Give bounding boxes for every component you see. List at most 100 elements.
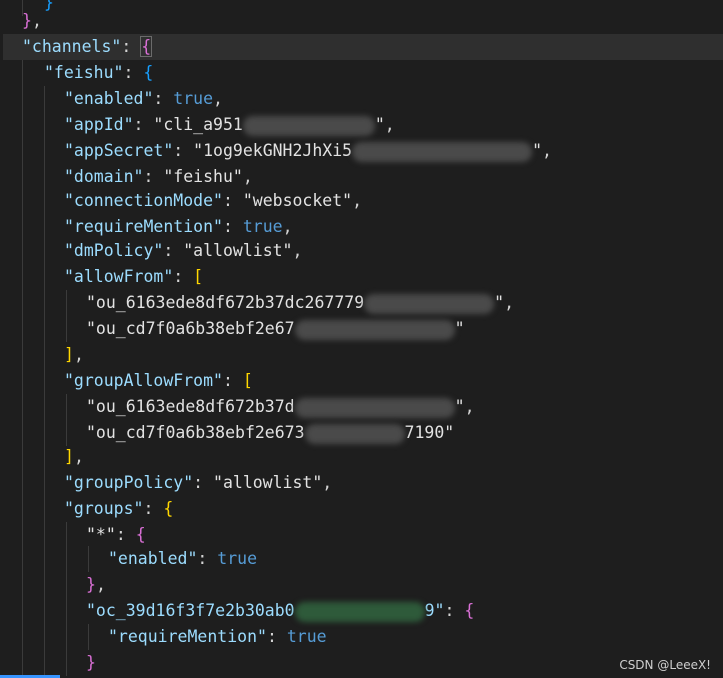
code-token: , — [73, 447, 84, 466]
code-token: "requireMention" — [108, 627, 267, 646]
code-token: , — [352, 191, 363, 210]
code-line[interactable]: }, — [0, 572, 723, 598]
indent-guide — [88, 624, 89, 650]
code-token: , — [292, 241, 303, 260]
code-editor[interactable]: }}, "channels": {"feishu": {"enabled": tr… — [0, 0, 723, 678]
code-line[interactable]: "oc_39d16f3f7e2b30ab0 9": { — [0, 598, 723, 624]
indent-guide — [44, 86, 45, 112]
code-line-content: "connectionMode": "websocket", — [64, 188, 362, 214]
indent-guide — [44, 342, 45, 368]
code-line[interactable]: } — [0, 650, 723, 676]
code-line-content: "ou_6163ede8df672b37dc267779 ", — [86, 290, 514, 316]
code-token: "connectionMode" — [64, 191, 223, 210]
indent-guide — [22, 598, 23, 624]
code-line[interactable]: "connectionMode": "websocket", — [0, 188, 723, 214]
indent-guide — [22, 60, 23, 86]
code-line[interactable]: "channels": { — [0, 34, 723, 60]
code-line[interactable]: "appSecret": "1og9ekGNH2JhXi5 ", — [0, 138, 723, 164]
code-line[interactable]: "groupPolicy": "allowlist", — [0, 470, 723, 496]
indent-guide — [66, 624, 67, 650]
indent-guide — [44, 238, 45, 264]
code-line[interactable]: "dmPolicy": "allowlist", — [0, 238, 723, 264]
indent-guide — [22, 470, 23, 496]
indent-guide — [66, 522, 67, 548]
code-token: "requireMention" — [64, 217, 223, 236]
code-token: : — [222, 217, 243, 236]
code-token: "appId" — [64, 115, 134, 134]
code-line[interactable]: "allowFrom": [ — [0, 264, 723, 290]
code-line-content: "feishu": { — [44, 60, 153, 86]
code-token: "ou_6163ede8df672b37d — [86, 397, 295, 416]
code-line[interactable]: "ou_6163ede8df672b37dc267779 ", — [0, 290, 723, 316]
code-token: , — [542, 141, 552, 160]
indent-guide — [44, 546, 45, 572]
code-token: "allowlist" — [213, 473, 323, 492]
code-line-content: "ou_cd7f0a6b38ebf2e67 " — [86, 316, 465, 342]
code-token: 7190" — [404, 423, 455, 442]
code-token: , — [282, 217, 293, 236]
code-line-content: "appId": "cli_a951 ", — [64, 112, 395, 138]
indent-guide — [22, 290, 23, 316]
indent-guide — [22, 214, 23, 240]
indent-guide — [22, 522, 23, 548]
code-token: { — [143, 63, 154, 82]
indent-guide — [66, 394, 67, 420]
indent-guide — [22, 624, 23, 650]
indent-guide — [22, 444, 23, 470]
code-line-content: "groupAllowFrom": [ — [64, 368, 253, 394]
code-token: : — [193, 473, 214, 492]
code-line[interactable]: "groups": { — [0, 496, 723, 522]
code-line[interactable]: ], — [0, 444, 723, 470]
code-line[interactable]: "ou_cd7f0a6b38ebf2e67 " — [0, 316, 723, 342]
code-token: : — [153, 89, 174, 108]
indent-guide — [44, 470, 45, 496]
indent-guide — [44, 444, 45, 470]
code-token: { — [135, 525, 146, 544]
code-token: "ou_cd7f0a6b38ebf2e673 — [86, 423, 305, 442]
redacted-blur — [242, 115, 375, 136]
code-line[interactable]: "ou_6163ede8df672b37d ", — [0, 394, 723, 420]
indent-guide — [22, 238, 23, 264]
code-line[interactable]: "requireMention": true, — [0, 214, 723, 240]
code-line-content: "enabled": true — [108, 546, 257, 572]
code-line-content: "appSecret": "1og9ekGNH2JhXi5 ", — [64, 138, 552, 164]
code-token: } — [86, 575, 96, 594]
code-line-content: "ou_6163ede8df672b37d ", — [86, 394, 475, 420]
code-token: " — [374, 115, 385, 134]
code-line[interactable]: "appId": "cli_a951 ", — [0, 112, 723, 138]
code-token: : — [123, 63, 144, 82]
indent-guide — [22, 164, 23, 190]
code-token: : — [266, 627, 287, 646]
indent-guide — [44, 188, 45, 214]
code-token: "enabled" — [64, 89, 154, 108]
code-line-content: "ou_cd7f0a6b38ebf2e673 7190" — [86, 420, 454, 446]
code-token: "channels" — [22, 37, 122, 56]
code-line[interactable]: "*": { — [0, 522, 723, 548]
code-token: : — [222, 191, 243, 210]
code-line[interactable]: ], — [0, 342, 723, 368]
code-line[interactable]: "requireMention": true — [0, 624, 723, 650]
indent-guide — [22, 496, 23, 522]
code-line[interactable]: "ou_cd7f0a6b38ebf2e673 7190" — [0, 420, 723, 446]
indent-guide — [44, 112, 45, 138]
indent-guide — [44, 650, 45, 676]
code-line[interactable]: "domain": "feishu", — [0, 164, 723, 190]
code-token: " — [454, 319, 465, 338]
code-token: , — [504, 293, 515, 312]
indent-guide — [44, 214, 45, 240]
code-token: "domain" — [64, 167, 144, 186]
code-token: , — [384, 115, 395, 134]
code-token: "ou_6163ede8df672b37dc267779 — [86, 293, 365, 312]
code-line-content: } — [86, 650, 96, 676]
code-line[interactable]: "enabled": true — [0, 546, 723, 572]
code-line-content: "channels": { — [22, 34, 153, 60]
code-token: "feishu" — [163, 167, 243, 186]
code-line[interactable]: }, — [0, 8, 723, 34]
code-line[interactable]: "feishu": { — [0, 60, 723, 86]
gutter-edge — [0, 0, 3, 678]
code-line[interactable]: "enabled": true, — [0, 86, 723, 112]
watermark: CSDN @LeeeX! — [619, 658, 711, 672]
code-token: true — [173, 89, 214, 108]
code-line[interactable]: "groupAllowFrom": [ — [0, 368, 723, 394]
redacted-blur — [294, 601, 425, 622]
